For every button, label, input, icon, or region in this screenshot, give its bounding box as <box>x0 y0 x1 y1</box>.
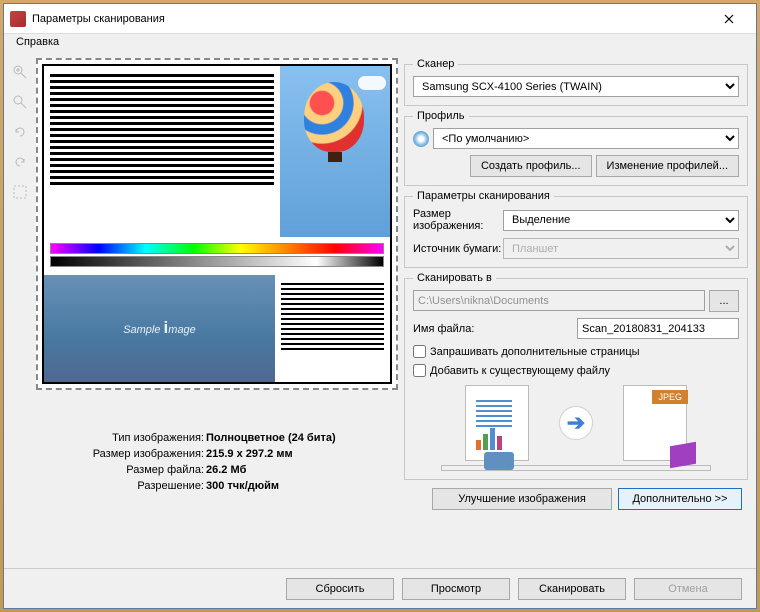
info-size-value: 215.9 x 297.2 мм <box>206 446 293 462</box>
scanner-legend: Сканер <box>413 58 458 70</box>
browse-button[interactable]: ... <box>709 290 739 312</box>
edit-profiles-button[interactable]: Изменение профилей... <box>596 155 739 177</box>
cancel-button: Отмена <box>634 578 742 600</box>
reset-button[interactable]: Сбросить <box>286 578 394 600</box>
preview-sample-image: Sample image <box>44 275 275 382</box>
scanner-select[interactable]: Samsung SCX-4100 Series (TWAIN) <box>413 76 739 97</box>
info-filesize-label: Размер файла: <box>36 462 206 478</box>
enhance-image-button[interactable]: Улучшение изображения <box>432 488 612 510</box>
scan-params-legend: Параметры сканирования <box>413 190 554 202</box>
crop-icon[interactable] <box>10 182 30 202</box>
arrow-right-icon: ➔ <box>559 406 593 440</box>
profile-select[interactable]: <По умолчанию> <box>433 128 739 149</box>
preview-balloon-image <box>278 66 390 237</box>
scan-params-group: Параметры сканирования Размер изображени… <box>404 190 748 268</box>
append-file-checkbox[interactable] <box>413 364 426 377</box>
paper-source-label: Источник бумаги: <box>413 243 503 255</box>
rotate-right-icon[interactable] <box>10 152 30 172</box>
scanner-group: Сканер Samsung SCX-4100 Series (TWAIN) <box>404 58 748 106</box>
info-size-label: Размер изображения: <box>36 446 206 462</box>
info-resolution-label: Разрешение: <box>36 478 206 494</box>
ask-more-pages-label: Запрашивать дополнительные страницы <box>430 346 640 358</box>
create-profile-button[interactable]: Создать профиль... <box>470 155 592 177</box>
close-icon <box>724 14 734 24</box>
scan-to-group: Сканировать в ... Имя файла: Запрашивать… <box>404 272 748 480</box>
scan-button[interactable]: Сканировать <box>518 578 626 600</box>
pipeline-target-icon: JPEG <box>623 385 687 461</box>
pipeline-source-icon <box>465 385 529 461</box>
image-size-label: Размер изображения: <box>413 208 503 232</box>
preview-area[interactable]: Sample image <box>36 58 398 390</box>
info-filesize-value: 26.2 Мб <box>206 462 246 478</box>
ask-more-pages-checkbox[interactable] <box>413 345 426 358</box>
image-size-select[interactable]: Выделение <box>503 210 739 231</box>
filename-input[interactable] <box>577 318 739 339</box>
append-file-label: Добавить к существующему файлу <box>430 365 610 377</box>
zoom-fit-icon[interactable] <box>10 92 30 112</box>
info-type-value: Полноцветное (24 бита) <box>206 430 336 446</box>
preview-color-strip <box>44 237 390 271</box>
scan-to-legend: Сканировать в <box>413 272 496 284</box>
preview-toolbar <box>8 58 32 390</box>
app-icon <box>10 11 26 27</box>
profile-group: Профиль <По умолчанию> Создать профиль..… <box>404 110 748 186</box>
profile-legend: Профиль <box>413 110 469 122</box>
preview-bars-top <box>44 66 278 237</box>
rotate-left-icon[interactable] <box>10 122 30 142</box>
zoom-in-icon[interactable] <box>10 62 30 82</box>
paper-source-select: Планшет <box>503 238 739 259</box>
preview-button[interactable]: Просмотр <box>402 578 510 600</box>
pipeline-diagram: ➔ JPEG <box>413 385 739 461</box>
menubar: Справка <box>4 34 756 54</box>
info-resolution-value: 300 тчк/дюйм <box>206 478 279 494</box>
image-info: Тип изображения:Полноцветное (24 бита) Р… <box>8 430 398 494</box>
preview-bars-bottom <box>275 275 390 382</box>
scan-path-input <box>413 290 705 311</box>
window-title: Параметры сканирования <box>32 13 708 25</box>
close-button[interactable] <box>708 5 750 33</box>
info-type-label: Тип изображения: <box>36 430 206 446</box>
filename-label: Имя файла: <box>413 323 573 335</box>
advanced-button[interactable]: Дополнительно >> <box>618 488 742 510</box>
menu-help[interactable]: Справка <box>10 34 65 50</box>
disk-icon <box>413 131 429 147</box>
